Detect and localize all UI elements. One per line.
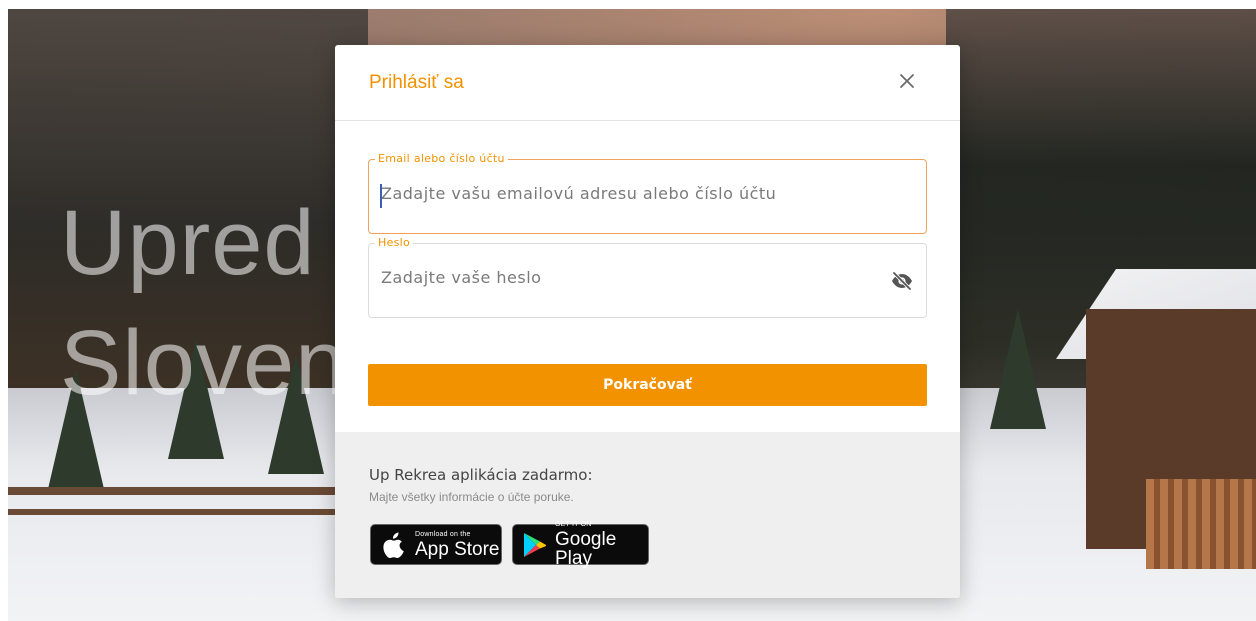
eye-slash-icon (892, 271, 912, 291)
app-store-big-text: App Store (415, 538, 500, 560)
woodpile (1146, 479, 1256, 569)
password-field-label: Heslo (375, 236, 414, 249)
password-field[interactable]: Heslo (368, 236, 927, 318)
password-input[interactable] (381, 268, 851, 287)
login-modal: Prihlásiť sa Email alebo číslo účtu Hesl… (335, 45, 960, 598)
tree (990, 309, 1046, 429)
google-play-badge[interactable]: GET IT ON Google Play (512, 521, 649, 569)
modal-header: Prihlásiť sa (335, 45, 960, 121)
hero-heading-line-2: Sloven (60, 312, 348, 414)
app-store-small-text: Download on the (415, 530, 471, 538)
close-button[interactable] (896, 70, 918, 92)
apple-icon (381, 531, 407, 559)
google-play-small-text: GET IT ON (555, 521, 592, 528)
modal-title: Prihlásiť sa (369, 72, 464, 93)
fence (8, 509, 348, 515)
password-visibility-toggle[interactable] (890, 271, 914, 291)
app-promo-title: Up Rekrea aplikácia zadarmo: (369, 466, 593, 484)
email-input[interactable] (381, 184, 901, 203)
app-store-badge[interactable]: Download on the App Store (370, 524, 502, 565)
email-field-label: Email alebo číslo účtu (375, 152, 508, 165)
google-play-icon (523, 531, 547, 559)
close-icon (900, 74, 914, 88)
app-promo-subtitle: Majte všetky informácie o účte poruke. (369, 490, 574, 504)
hero-heading-line-1: Upred (60, 192, 316, 294)
continue-button[interactable]: Pokračovať (368, 364, 927, 406)
google-play-big-text: Google Play (555, 529, 617, 569)
fence (8, 487, 348, 495)
email-field[interactable]: Email alebo číslo účtu (368, 152, 927, 234)
app-promo-footer: Up Rekrea aplikácia zadarmo: Majte všetk… (335, 432, 960, 598)
